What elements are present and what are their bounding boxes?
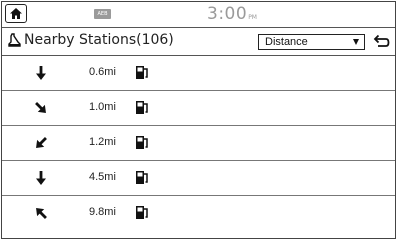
fuel-pump-icon [136,171,148,184]
nav-screen: AEB 3:00PM Nearby Stations(106) Distance [1,1,396,239]
list-item[interactable]: 4.5mi [2,161,395,196]
arrow-down-left-icon [36,137,47,148]
arrow-down-icon [36,171,46,185]
station-distance: 0.6mi [89,66,116,78]
station-distance: 9.8mi [89,206,116,218]
list-item[interactable]: 1.0mi [2,91,395,126]
clock-ampm: PM [248,14,257,21]
list-item[interactable]: 9.8mi [2,196,395,231]
home-icon [10,8,22,19]
page-title: Nearby Stations(106) [24,32,174,48]
arrow-down-right-icon [35,102,46,113]
fuel-pump-icon [136,101,148,114]
list-item[interactable]: 1.2mi [2,126,395,161]
title-bar: Nearby Stations(106) Distance [2,28,395,56]
fuel-pump-icon [136,66,148,79]
sort-dropdown-value: Distance [265,36,308,48]
station-distance: 1.0mi [89,101,116,113]
fuel-pump-icon [136,206,148,219]
station-distance: 4.5mi [89,171,116,183]
back-icon [373,34,390,47]
status-bar: AEB 3:00PM [2,2,395,28]
clock-time: 3:00 [207,4,248,24]
clock: 3:00PM [207,4,257,24]
aeb-indicator: AEB [94,9,111,19]
station-distance: 1.2mi [89,136,116,148]
home-button[interactable] [5,4,27,23]
fuel-pump-icon [136,136,148,149]
station-list: 0.6mi 1.0mi 1.2mi 4.5mi 9.8mi [2,56,395,231]
arrow-up-left-icon [36,208,47,219]
dropdown-caret-icon [353,39,359,45]
gas-station-category-icon [8,33,21,47]
list-item[interactable]: 0.6mi [2,56,395,91]
back-button[interactable] [370,31,392,51]
arrow-down-icon [36,66,46,80]
sort-dropdown[interactable]: Distance [258,34,365,50]
